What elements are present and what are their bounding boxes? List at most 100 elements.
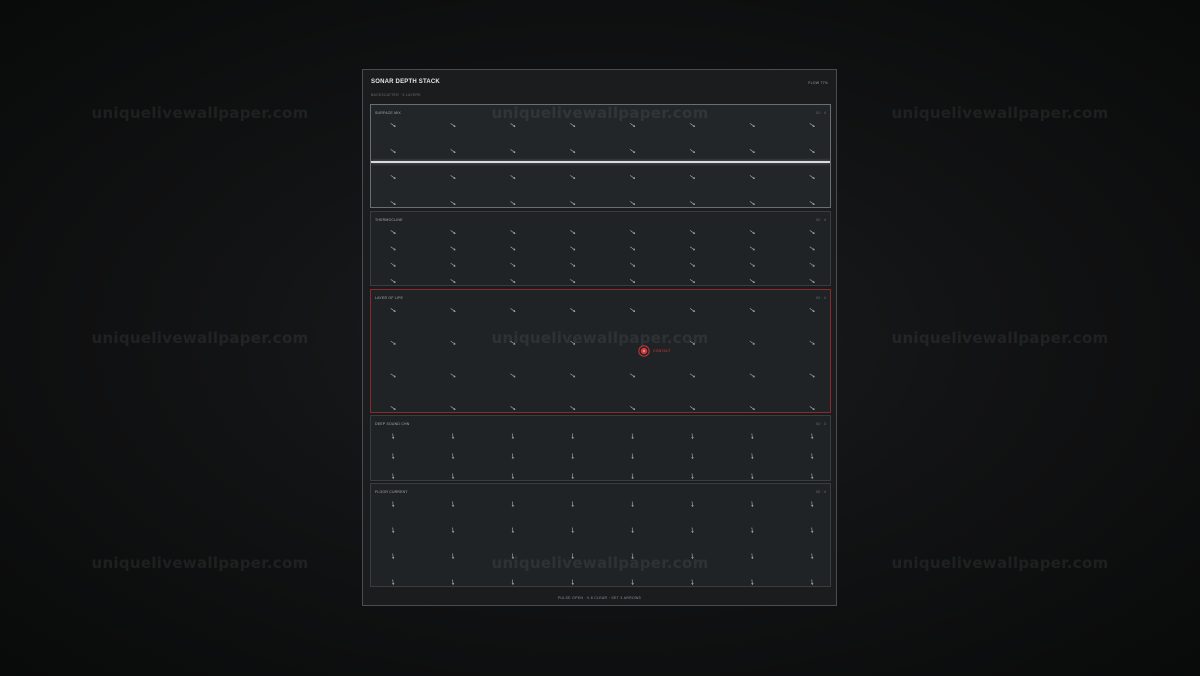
current-arrow-icon <box>631 527 634 534</box>
current-arrow-icon <box>689 175 695 179</box>
current-arrow-icon <box>751 453 754 460</box>
current-arrow-icon <box>450 149 456 153</box>
current-arrow-icon <box>571 579 574 586</box>
current-arrow-icon <box>630 262 636 267</box>
current-arrow-icon <box>691 473 694 480</box>
current-arrow-icon <box>510 123 516 127</box>
current-arrow-icon <box>390 279 396 283</box>
current-arrow-icon <box>749 262 755 267</box>
current-arrow-icon <box>749 406 755 410</box>
current-arrow-icon <box>749 340 755 345</box>
current-arrow-icon <box>510 175 516 179</box>
contact-target-icon[interactable] <box>638 345 650 357</box>
depth-layer-5[interactable]: FLOOR CURRENT 05 · 4 <box>370 483 831 587</box>
current-arrow-icon <box>390 175 396 179</box>
thermocline-line <box>371 161 830 163</box>
current-arrow-field <box>390 123 815 205</box>
current-arrow-icon <box>749 175 755 179</box>
current-arrow-icon <box>450 175 456 179</box>
depth-layer-3[interactable]: LAYER OF LIFE 03 · 4 CONTACT <box>370 289 831 413</box>
current-arrow-icon <box>450 246 456 251</box>
current-arrow-icon <box>451 433 455 440</box>
current-arrow-icon <box>511 453 515 460</box>
current-arrow-icon <box>390 308 396 312</box>
current-arrow-icon <box>571 527 574 534</box>
current-arrow-icon <box>571 433 574 440</box>
current-arrow-icon <box>570 230 576 234</box>
current-arrow-icon <box>450 340 456 345</box>
current-arrow-icon <box>630 279 636 283</box>
current-arrow-icon <box>630 175 636 179</box>
current-arrow-icon <box>391 473 395 480</box>
depth-layer-2[interactable]: THERMOCLINE 02 · 4 <box>370 211 831 286</box>
current-arrow-icon <box>689 340 695 345</box>
current-arrow-icon <box>809 230 815 234</box>
current-arrow-field <box>391 501 814 586</box>
current-arrow-icon <box>571 453 574 460</box>
current-arrow-icon <box>510 279 516 283</box>
current-arrow-icon <box>810 553 814 560</box>
current-arrow-icon <box>689 308 695 312</box>
depth-layer-1[interactable]: SURFACE MIX 01 · 4 <box>370 104 831 208</box>
flow-status: FLOW 77% <box>808 81 828 85</box>
layer-meta: 03 · 4 <box>815 296 826 300</box>
current-arrow-icon <box>809 406 815 410</box>
current-arrow-icon <box>570 123 576 127</box>
current-arrow-icon <box>450 406 456 410</box>
current-arrow-icon <box>570 279 576 283</box>
current-arrow-icon <box>451 553 455 560</box>
current-arrow-icon <box>689 406 695 410</box>
current-arrow-icon <box>510 246 516 251</box>
current-arrow-icon <box>390 123 396 127</box>
current-arrow-icon <box>809 201 815 205</box>
current-arrow-icon <box>510 230 516 234</box>
current-arrow-icon <box>631 553 634 560</box>
current-arrow-icon <box>511 501 515 508</box>
current-arrow-icon <box>511 473 515 480</box>
current-arrow-icon <box>809 149 815 153</box>
current-arrow-icon <box>631 473 634 480</box>
current-arrow-icon <box>390 246 396 251</box>
current-arrow-icon <box>630 201 636 205</box>
depth-layer-4[interactable]: DEEP SOUND CHN 04 · 3 <box>370 415 831 481</box>
current-arrow-icon <box>391 453 395 460</box>
layer-label: SURFACE MIX <box>375 111 401 115</box>
current-arrow-icon <box>810 527 814 534</box>
current-arrow-icon <box>570 149 576 153</box>
layer-label: FLOOR CURRENT <box>375 490 408 494</box>
layer-label: LAYER OF LIFE <box>375 296 404 300</box>
current-arrow-icon <box>810 433 814 440</box>
current-arrow-icon <box>630 230 636 234</box>
current-arrow-icon <box>689 246 695 251</box>
current-arrow-icon <box>570 246 576 251</box>
current-arrow-icon <box>391 553 395 560</box>
panel-subtitle: BACKSCATTER · 5 LAYERS <box>371 93 421 97</box>
current-arrow-icon <box>751 579 754 586</box>
current-arrow-icon <box>510 373 516 378</box>
current-arrow-icon <box>689 123 695 127</box>
current-arrow-icon <box>571 501 574 508</box>
current-arrow-icon <box>570 308 576 312</box>
current-arrow-icon <box>450 230 456 234</box>
current-arrow-icon <box>691 527 694 534</box>
sonar-panel: SONAR DEPTH STACK FLOW 77% BACKSCATTER ·… <box>362 69 837 606</box>
current-arrow-icon <box>631 453 634 460</box>
current-arrow-icon <box>630 246 636 251</box>
current-arrow-icon <box>391 579 395 586</box>
contact-label: CONTACT <box>653 349 672 353</box>
current-arrow-icon <box>571 553 574 560</box>
current-arrow-icon <box>809 123 815 127</box>
current-arrow-icon <box>510 149 516 153</box>
panel-footer: PULSE OPEN · 0.8 CLEAR · SET 3 ARROWS <box>557 596 642 600</box>
layer-label: DEEP SOUND CHN <box>375 422 410 426</box>
current-arrow-icon <box>631 433 634 440</box>
current-arrow-icon <box>390 340 396 345</box>
current-arrow-icon <box>391 433 395 440</box>
current-arrow-icon <box>691 553 694 560</box>
current-arrow-icon <box>511 553 515 560</box>
current-arrow-icon <box>691 579 694 586</box>
current-arrow-icon <box>810 473 814 480</box>
current-arrow-icon <box>390 149 396 153</box>
current-arrow-icon <box>630 149 636 153</box>
current-arrow-icon <box>689 279 695 283</box>
